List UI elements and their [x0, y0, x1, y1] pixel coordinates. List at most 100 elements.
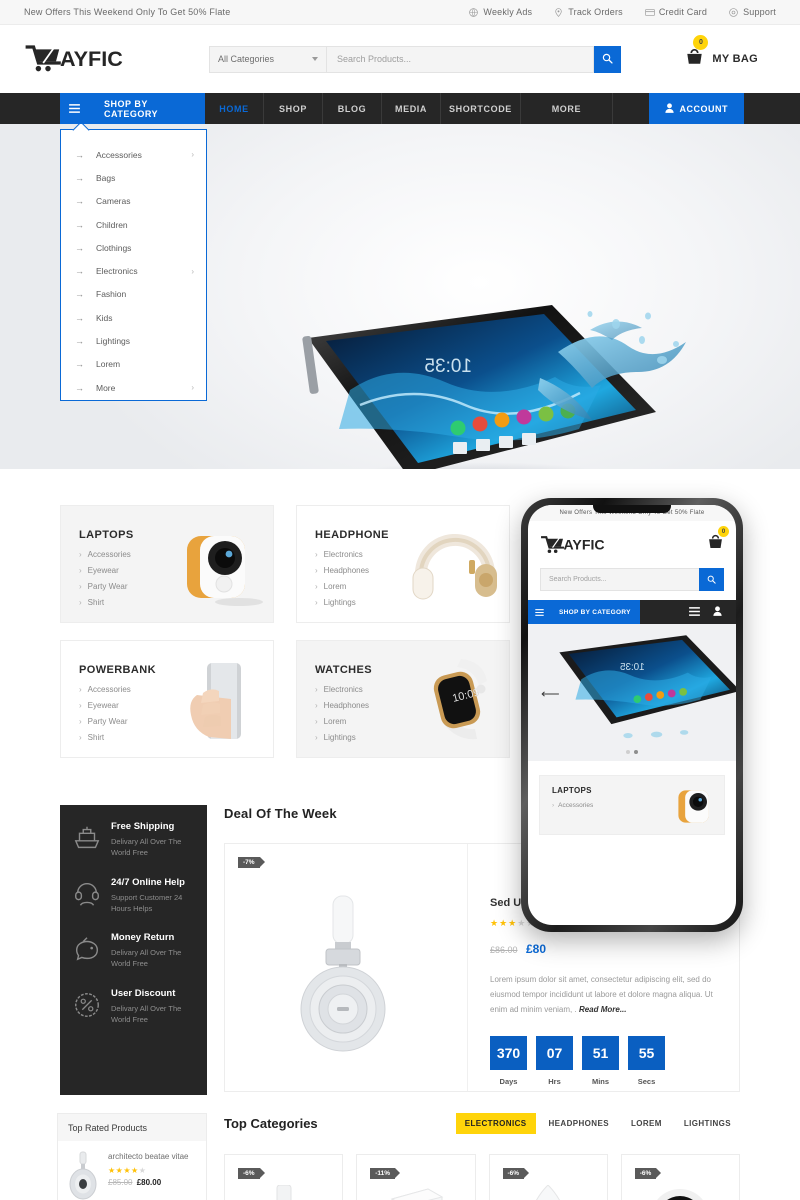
service-title: 24/7 Online Help: [111, 876, 185, 888]
tab-lorem[interactable]: LOREM: [622, 1113, 671, 1134]
tab-lightings[interactable]: LIGHTINGS: [675, 1113, 740, 1134]
category-card-powerbank[interactable]: POWERBANK Accessories Eyewear Party Wear…: [60, 640, 274, 758]
tab-headphones[interactable]: HEADPHONES: [540, 1113, 618, 1134]
credit-card-icon: [645, 8, 655, 17]
phone-hero-tablet-image: 10:35: [559, 635, 736, 739]
nav-item-shortcode[interactable]: SHORTCODE: [441, 93, 521, 124]
search-input[interactable]: Search Products...: [327, 45, 594, 73]
headphone-product-image: [412, 533, 497, 600]
category-item-kids[interactable]: → Kids: [61, 306, 206, 329]
deal-price: £86.00 £80: [490, 940, 739, 958]
arrow-right-icon: →: [75, 172, 84, 183]
main-navigation: SHOP BY CATEGORY HOME SHOP BLOG MEDIA SH…: [0, 93, 800, 124]
camera-product-image: [678, 790, 709, 823]
topbar: New Offers This Weekend Only To Get 50% …: [0, 0, 800, 25]
topbar-link-support[interactable]: Support: [729, 7, 776, 17]
arrow-right-icon: →: [75, 242, 84, 253]
nav-item-media[interactable]: MEDIA: [382, 93, 441, 124]
phone-screen: New Offers This Weekend Only To Get 50% …: [528, 505, 736, 925]
category-select[interactable]: All Categories: [209, 45, 327, 73]
countdown-label: Hrs: [548, 1077, 561, 1087]
topbar-link-credit-card[interactable]: Credit Card: [645, 7, 707, 17]
site-logo[interactable]: AYFIC: [24, 42, 174, 76]
countdown-seconds: 55 Secs: [628, 1036, 665, 1086]
deal-description: Lorem ipsum dolor sit amet, consectetur …: [490, 973, 714, 1017]
nav-item-home[interactable]: HOME: [205, 93, 264, 124]
category-card-watches[interactable]: WATCHES Electronics Headphones Lorem Lig…: [296, 640, 510, 758]
service-desc: Support Customer 24 Hours Helps: [111, 892, 183, 913]
phone-slider-dots: [626, 750, 638, 754]
slider-dot-active[interactable]: [634, 750, 638, 754]
tab-electronics[interactable]: ELECTRONICS: [455, 1113, 536, 1134]
phone-navigation: SHOP BY CATEGORY: [528, 600, 736, 624]
top-rated-item[interactable]: architecto beatae vitae ★★★★★ £85.00 £80…: [58, 1141, 206, 1200]
product-card[interactable]: -6%: [224, 1154, 344, 1200]
countdown-value: 370: [490, 1036, 527, 1071]
nav-account-button[interactable]: ACCOUNT: [648, 93, 744, 124]
service-desc: Delivary All Over The World Free: [111, 948, 182, 969]
countdown-days: 370 Days: [490, 1036, 527, 1086]
product-card[interactable]: -6%: [488, 1154, 608, 1200]
my-bag-button[interactable]: 0 MY BAG: [685, 34, 776, 71]
phone-nav-toggle[interactable]: [528, 600, 550, 624]
nav-item-more[interactable]: MORE: [521, 93, 613, 124]
topbar-link-label: Support: [743, 7, 776, 17]
category-card-headphone[interactable]: HEADPHONE Electronics Headphones Lorem L…: [296, 505, 510, 623]
read-more-link[interactable]: Read More...: [579, 1005, 627, 1014]
category-item-lightings[interactable]: → Lightings: [61, 329, 206, 352]
nav-item-blog[interactable]: BLOG: [323, 93, 382, 124]
category-item-accessories[interactable]: → Accessories ›: [61, 143, 206, 166]
phone-logo[interactable]: AYFIC: [540, 533, 608, 557]
product-card[interactable]: -11%: [356, 1154, 476, 1200]
category-item-cameras[interactable]: → Cameras: [61, 190, 206, 213]
service-money-return: Money Return Delivary All Over The World…: [60, 932, 207, 970]
phone-search-button[interactable]: [699, 568, 724, 591]
top-rated-products-widget: Top Rated Products architecto beatae vit…: [57, 1113, 207, 1200]
product-card[interactable]: -6%: [620, 1154, 740, 1200]
hero-banner: 10:35 → Accessories › → Bags → Cameras →…: [0, 124, 800, 469]
page-root: New Offers This Weekend Only To Get 50% …: [0, 0, 800, 1200]
nav-shop-by-category[interactable]: SHOP BY CATEGORY: [88, 93, 205, 124]
chevron-down-icon: [312, 57, 318, 61]
site-header: AYFIC All Categories Search Products... …: [0, 25, 800, 93]
piggybank-icon: [72, 934, 102, 964]
phone-search: Search Products...: [540, 568, 724, 591]
deal-price-new: £80: [525, 942, 547, 956]
nav-item-shop[interactable]: SHOP: [264, 93, 323, 124]
white-lamp-product-image: [536, 1185, 561, 1200]
slider-dot[interactable]: [626, 750, 630, 754]
service-desc: Delivary All Over The World Free: [111, 1003, 182, 1024]
category-item-label: Electronics: [96, 266, 138, 277]
category-item-bags[interactable]: → Bags: [61, 166, 206, 189]
topbar-link-track-orders[interactable]: Track Orders: [554, 7, 623, 17]
countdown-value: 07: [536, 1036, 573, 1071]
phone-search-placeholder: Search Products...: [549, 576, 607, 583]
phone-shop-by-category[interactable]: SHOP BY CATEGORY: [550, 600, 640, 624]
phone-bag-button[interactable]: 0: [707, 526, 729, 555]
phone-category-card-laptops[interactable]: LAPTOPS Accessories: [539, 775, 725, 835]
category-item-lorem[interactable]: → Lorem: [61, 353, 206, 376]
hamburger-icon: [534, 603, 544, 621]
phone-search-input[interactable]: Search Products...: [540, 568, 699, 591]
category-item-more[interactable]: → More ›: [61, 376, 206, 399]
camera-product-image: [187, 536, 263, 606]
user-icon[interactable]: [713, 603, 722, 621]
discount-badge: -6%: [634, 1168, 661, 1179]
top-categories-header: Top Categories ELECTRONICS HEADPHONES LO…: [224, 1113, 740, 1134]
black-speaker-product-image: [657, 1189, 704, 1200]
category-cards-section: LAPTOPS Accessories Eyewear Party Wear S…: [60, 505, 510, 775]
category-item-electronics[interactable]: → Electronics ›: [61, 259, 206, 282]
nav-menu-toggle[interactable]: [60, 93, 88, 124]
category-item-label: Kids: [96, 312, 113, 323]
shopping-basket-icon: [707, 534, 724, 554]
category-card-laptops[interactable]: LAPTOPS Accessories Eyewear Party Wear S…: [60, 505, 274, 623]
topbar-link-weekly-ads[interactable]: Weekly Ads: [469, 7, 532, 17]
search-button[interactable]: [594, 45, 621, 73]
menu-icon[interactable]: [689, 603, 700, 621]
discount-badge: -7%: [238, 857, 265, 868]
category-item-children[interactable]: → Children: [61, 213, 206, 236]
category-item-clothings[interactable]: → Clothings: [61, 236, 206, 259]
phone-nav-right: [689, 600, 736, 624]
category-item-fashion[interactable]: → Fashion: [61, 283, 206, 306]
phone-slider-prev-arrow[interactable]: ⟵: [541, 686, 560, 702]
